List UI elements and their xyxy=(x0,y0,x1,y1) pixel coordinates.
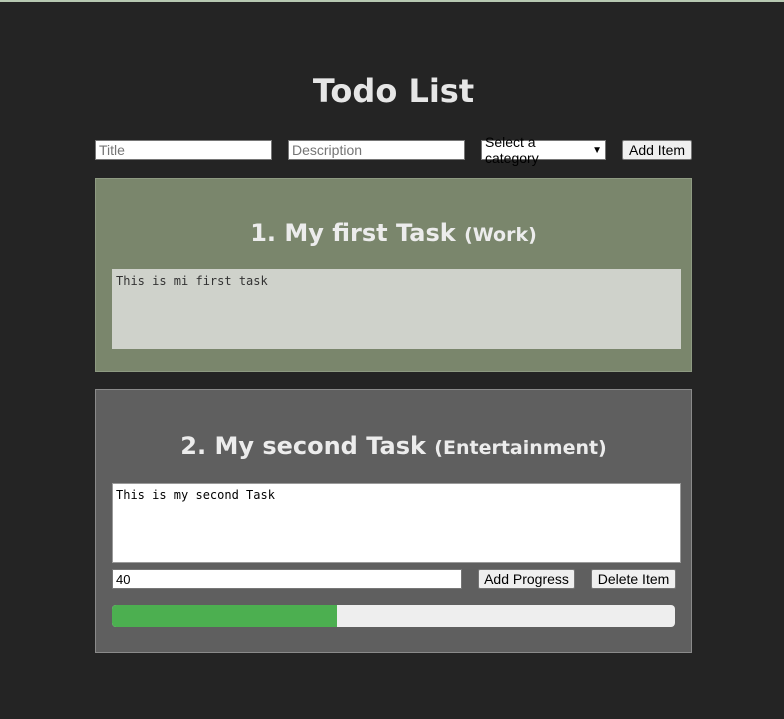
window-top-border xyxy=(0,0,784,2)
item-number: 1. xyxy=(250,219,277,247)
delete-item-button[interactable]: Delete Item xyxy=(591,569,676,589)
todo-item-work: 1. My first Task (Work) This is mi first… xyxy=(95,178,692,372)
add-item-button[interactable]: Add Item xyxy=(622,140,692,160)
item-title: 2. My second Task (Entertainment) xyxy=(96,432,691,460)
page-title: Todo List xyxy=(312,72,475,110)
item-title: 1. My first Task (Work) xyxy=(96,219,691,247)
chevron-down-icon: ▼ xyxy=(592,144,602,156)
add-progress-button[interactable]: Add Progress xyxy=(478,569,575,589)
item-description[interactable]: This is my second Task xyxy=(112,483,681,563)
progress-input[interactable]: 40 xyxy=(112,569,462,589)
item-category: (Entertainment) xyxy=(434,437,607,459)
item-category: (Work) xyxy=(464,224,537,246)
category-select-value: Select a category xyxy=(485,134,539,166)
category-select[interactable]: Select a category ▼ xyxy=(481,134,606,166)
todo-item-entertainment: 2. My second Task (Entertainment) This i… xyxy=(95,389,692,653)
item-title-text: My second Task xyxy=(214,432,426,460)
item-title-text: My first Task xyxy=(284,219,456,247)
title-input[interactable] xyxy=(95,140,272,160)
item-description[interactable]: This is mi first task xyxy=(112,269,681,349)
item-number: 2. xyxy=(180,432,207,460)
description-input[interactable] xyxy=(288,140,465,160)
progress-bar xyxy=(112,605,675,627)
progress-bar-fill xyxy=(112,605,338,627)
